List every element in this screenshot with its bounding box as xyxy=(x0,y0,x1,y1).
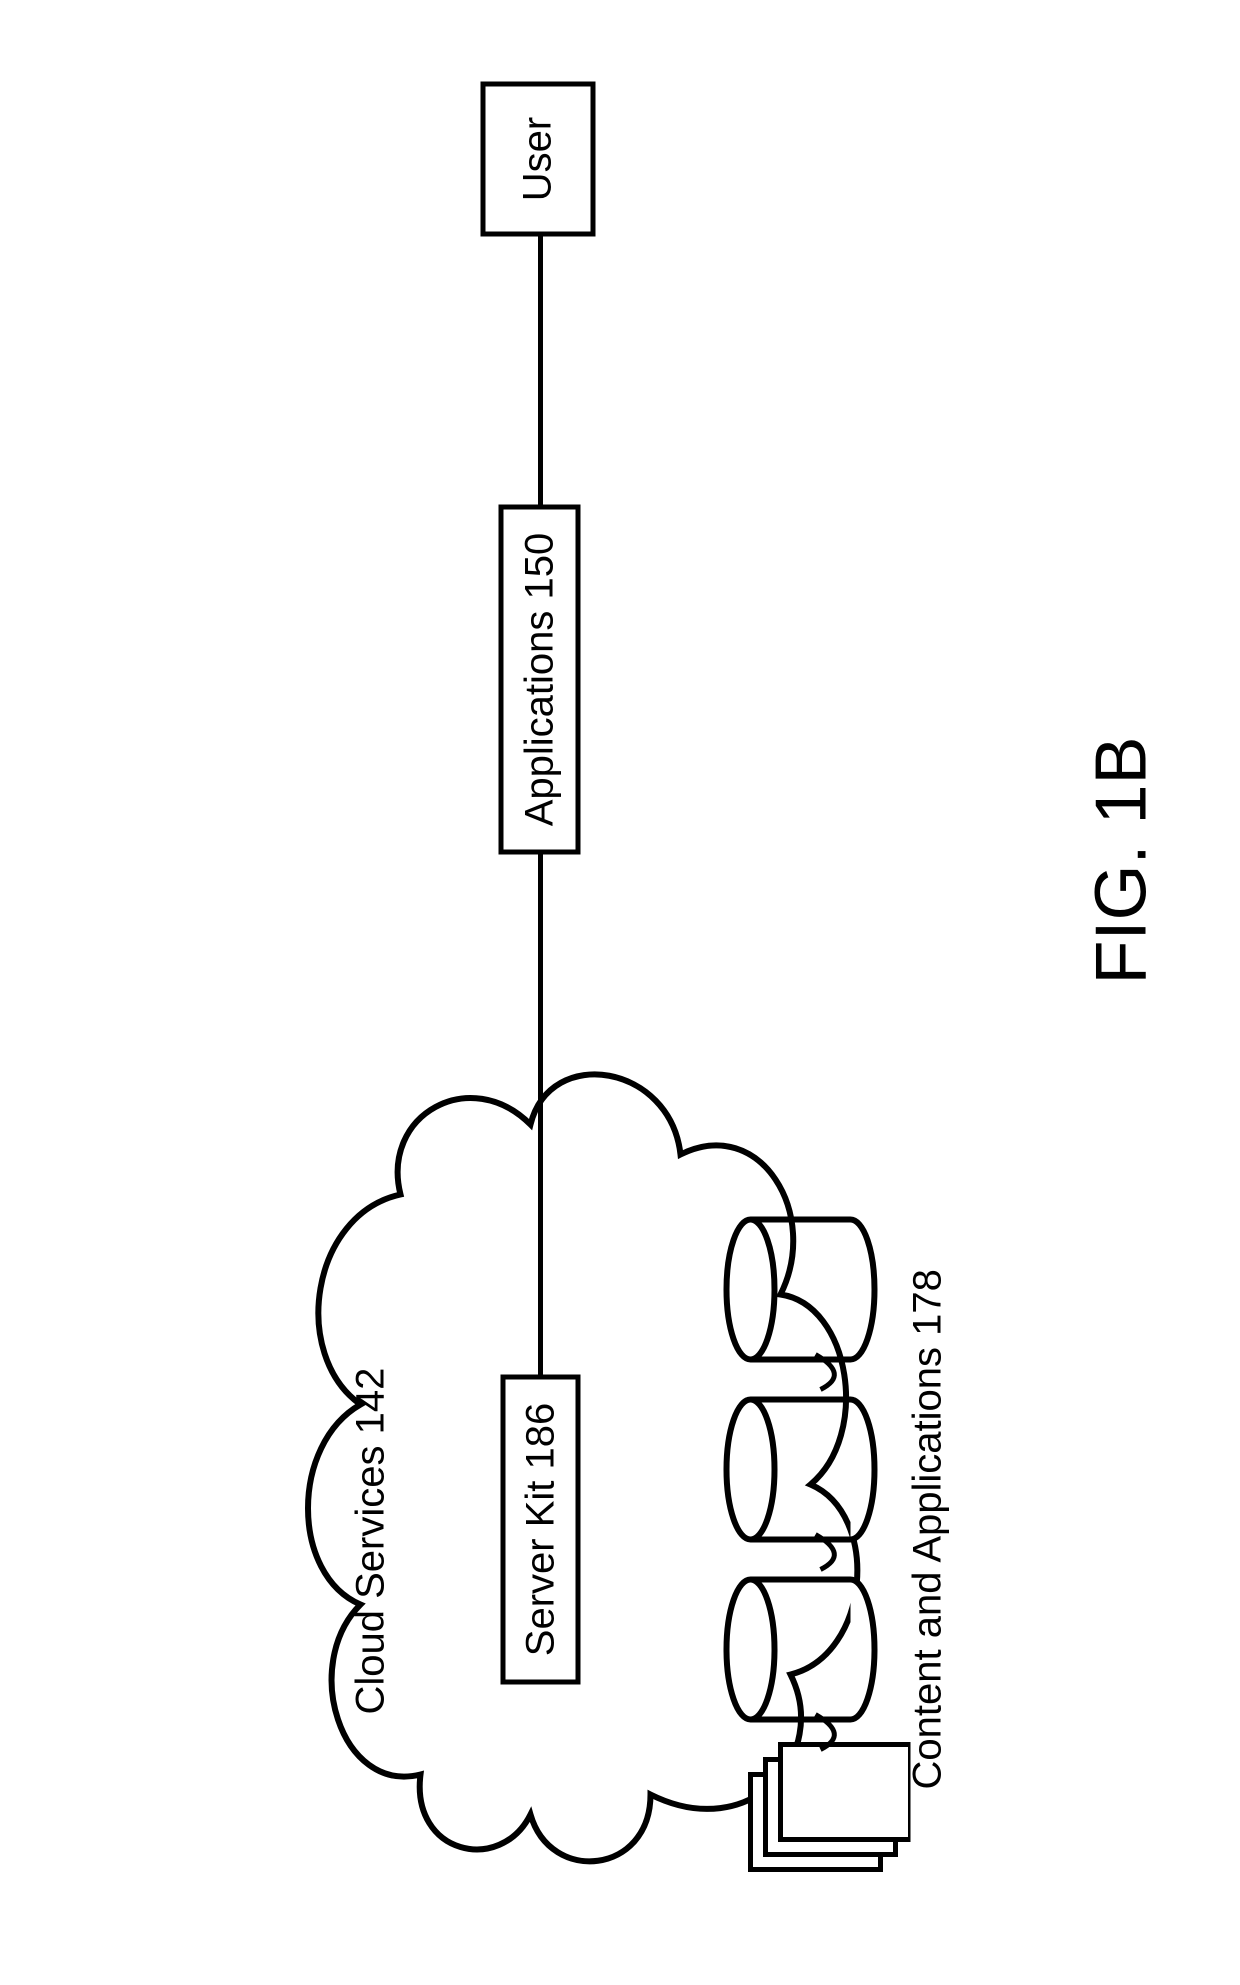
diagram-stage: Cloud Services 142 Server Kit 186 xyxy=(0,0,1240,1985)
content-apps-label: Content and Applications 178 xyxy=(906,1269,951,1789)
line-server-to-apps xyxy=(536,855,546,1375)
server-kit-label: Server Kit 186 xyxy=(518,1403,563,1656)
line-apps-to-user xyxy=(536,235,546,505)
cloud-title: Cloud Services 142 xyxy=(349,1368,394,1715)
applications-box: Applications 150 xyxy=(499,505,581,855)
figure-label: FIG. 1B xyxy=(1081,736,1163,984)
applications-label: Applications 150 xyxy=(517,533,562,827)
user-label: User xyxy=(516,117,561,201)
server-kit-box: Server Kit 186 xyxy=(501,1375,581,1685)
user-box: User xyxy=(481,82,596,237)
rotated-canvas: Cloud Services 142 Server Kit 186 xyxy=(1,0,1240,1985)
content-connectors xyxy=(801,1145,881,1785)
